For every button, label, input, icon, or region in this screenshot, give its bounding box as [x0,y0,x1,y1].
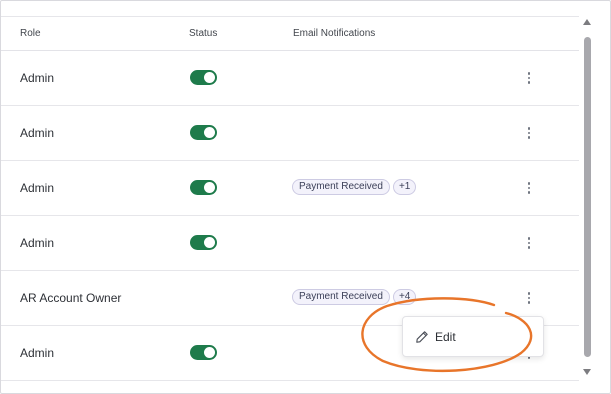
email-notification-chips: Payment Received +4 [292,289,417,305]
table-row: Admin Payment Received +1 [1,161,579,216]
toggle-knob [204,72,215,83]
notification-chip[interactable]: Payment Received [292,179,390,195]
role-cell: AR Account Owner [20,291,122,305]
scroll-thumb[interactable] [584,37,591,357]
vertical-scrollbar[interactable] [580,17,596,379]
kebab-menu-icon[interactable] [523,124,535,142]
app-frame: Role Status Email Notifications Admin Ad… [0,0,611,394]
status-toggle[interactable] [190,125,217,140]
toggle-knob [204,347,215,358]
pencil-icon [416,331,428,343]
kebab-menu-icon[interactable] [523,179,535,197]
role-cell: Admin [20,181,55,195]
status-toggle[interactable] [190,70,217,85]
column-header-email-notifications: Email Notifications [293,28,376,39]
status-toggle[interactable] [190,235,217,250]
more-notifications-chip[interactable]: +1 [392,179,417,195]
column-header-role: Role [20,28,41,39]
role-cell: Admin [20,236,55,250]
role-cell: Admin [20,126,55,140]
status-toggle[interactable] [190,345,217,360]
table-row: Admin [1,106,579,161]
edit-menu-item[interactable]: Edit [415,330,456,344]
toggle-knob [204,237,215,248]
kebab-menu-icon[interactable] [523,289,535,307]
role-cell: Admin [20,71,55,85]
kebab-menu-icon[interactable] [523,69,535,87]
scroll-up-arrow-icon[interactable] [583,19,591,25]
status-toggle[interactable] [190,180,217,195]
table-header: Role Status Email Notifications [1,17,579,51]
row-actions-menu: Edit [402,316,544,357]
scroll-down-arrow-icon[interactable] [583,369,591,375]
more-notifications-chip[interactable]: +4 [392,289,417,305]
role-cell: Admin [20,346,55,360]
toggle-knob [204,127,215,138]
toggle-knob [204,182,215,193]
table-row: Admin [1,51,579,106]
edit-label: Edit [435,330,456,344]
column-header-status: Status [189,28,218,39]
table-row: Admin [1,216,579,271]
kebab-menu-icon[interactable] [523,234,535,252]
notification-chip[interactable]: Payment Received [292,289,390,305]
email-notification-chips: Payment Received +1 [292,179,417,195]
